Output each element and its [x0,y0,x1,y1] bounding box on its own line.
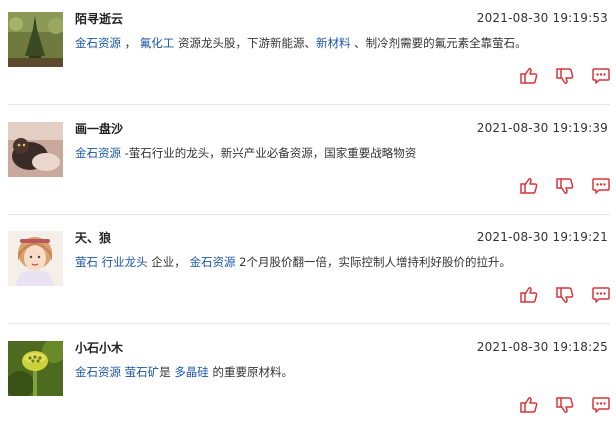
comment-item: 天、狼 2021-08-30 19:19:21 萤石 行业龙头 企业， 金石资源 2… [0,219,616,329]
comment-text-segment: -萤石行业的龙头，新兴产业必备资源，国家重要战略物资 [121,146,417,160]
stock-tag-link[interactable]: 萤石 [75,255,98,269]
avatar[interactable] [8,341,63,396]
thumbs-up-icon [519,285,539,305]
comment-timestamp: 2021-08-30 19:18:25 [476,340,608,354]
stock-tag-link[interactable]: 金石资源 [189,255,235,269]
thumbs-down-icon [555,66,575,86]
comment-username[interactable]: 天、狼 [75,229,111,246]
avatar[interactable] [8,231,63,286]
stock-tag-link[interactable]: 金石资源 [75,146,121,160]
comment-icon [591,395,611,415]
comment-text-segment: 是 [159,365,175,379]
stock-tag-link[interactable]: 氟化工 [140,36,175,50]
avatar[interactable] [8,122,63,177]
divider [8,214,610,215]
like-button[interactable] [519,395,539,415]
dislike-button[interactable] [555,66,575,86]
thumbs-down-icon [555,176,575,196]
reply-button[interactable] [591,285,611,305]
comment-item: 小石小木 2021-08-30 19:18:25 金石资源 萤石矿是 多晶硅 的重要… [0,329,616,439]
dislike-button[interactable] [555,285,575,305]
comment-item: 画一盘沙 2021-08-30 19:19:39 金石资源 -萤石行业的龙头，新兴产… [0,110,616,220]
avatar[interactable] [8,12,63,67]
stock-tag-link[interactable]: 新材料 [316,36,351,50]
dislike-button[interactable] [555,176,575,196]
comment-text: 金石资源 -萤石行业的龙头，新兴产业必备资源，国家重要战略物资 [75,145,605,161]
comment-timestamp: 2021-08-30 19:19:53 [476,11,608,25]
like-button[interactable] [519,66,539,86]
comment-timestamp: 2021-08-30 19:19:39 [476,121,608,135]
divider [8,104,610,105]
comment-icon [591,285,611,305]
comment-username[interactable]: 小石小木 [75,339,123,356]
reply-button[interactable] [591,176,611,196]
stock-tag-link[interactable]: 多晶硅 [174,365,209,379]
stock-tag-link[interactable]: 萤石矿 [125,365,160,379]
thumbs-up-icon [519,176,539,196]
thumbs-down-icon [555,395,575,415]
divider [8,323,610,324]
thumbs-down-icon [555,285,575,305]
comment-username[interactable]: 画一盘沙 [75,120,123,137]
like-button[interactable] [519,176,539,196]
comment-timestamp: 2021-08-30 19:19:21 [476,230,608,244]
thumbs-up-icon [519,66,539,86]
stock-tag-link[interactable]: 行业龙头 [102,255,148,269]
comment-text-segment: 、制冷剂需要的氟元素全靠萤石。 [350,36,527,50]
stock-tag-link[interactable]: 金石资源 [75,365,121,379]
comment-text-segment: 2个月股价翻一倍，实际控制人增持利好股价的拉升。 [235,255,511,269]
comment-text: 萤石 行业龙头 企业， 金石资源 2个月股价翻一倍，实际控制人增持利好股价的拉升… [75,254,605,270]
like-button[interactable] [519,285,539,305]
comment-text: 金石资源 ， 氟化工 资源龙头股，下游新能源、新材料 、制冷剂需要的氟元素全靠萤… [75,35,605,51]
comment-username[interactable]: 陌寻逝云 [75,10,123,27]
comment-text: 金石资源 萤石矿是 多晶硅 的重要原材料。 [75,364,605,380]
comment-text-segment: 资源龙头股，下游新能源、 [174,36,316,50]
stock-tag-link[interactable]: 金石资源 [75,36,121,50]
thumbs-up-icon [519,395,539,415]
comment-text-segment: ， [121,36,140,50]
dislike-button[interactable] [555,395,575,415]
comment-text-segment: 的重要原材料。 [208,365,293,379]
reply-button[interactable] [591,395,611,415]
reply-button[interactable] [591,66,611,86]
comment-icon [591,176,611,196]
comment-item: 陌寻逝云 2021-08-30 19:19:53 金石资源 ， 氟化工 资源龙头股，… [0,0,616,110]
comment-icon [591,66,611,86]
comment-text-segment: 企业， [147,255,190,269]
